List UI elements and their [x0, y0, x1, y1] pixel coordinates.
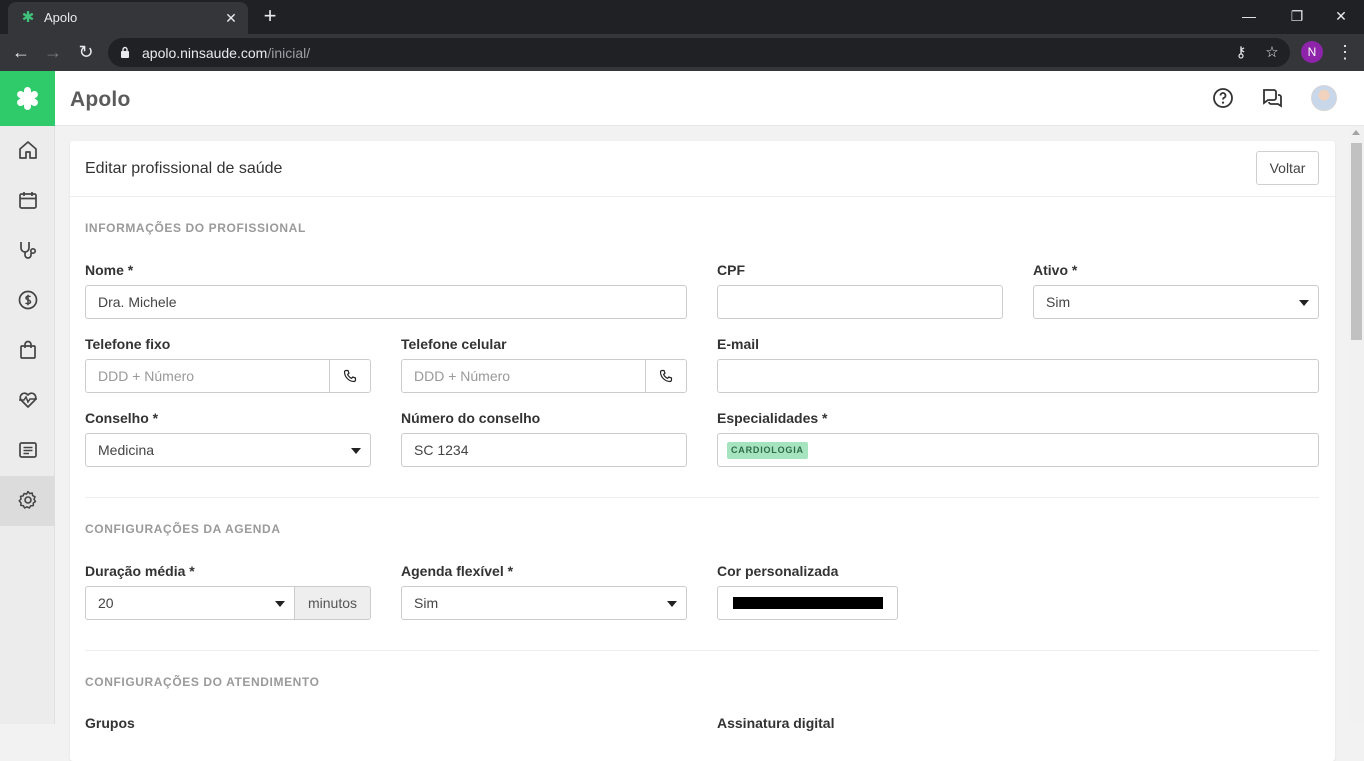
url-text: apolo.ninsaude.com/inicial/ [142, 45, 311, 61]
cor-label: Cor personalizada [717, 563, 839, 579]
asterisk-logo-icon [17, 87, 38, 110]
cpf-label: CPF [717, 262, 745, 278]
telefone-fixo-field[interactable]: DDD + Número [85, 359, 371, 393]
browser-menu-icon[interactable]: ⋮ [1334, 39, 1356, 65]
section-title-atendimento: CONFIGURAÇÕES DO ATENDIMENTO [85, 675, 320, 689]
conselho-selected-value: Medicina [98, 442, 155, 458]
telefone-celular-placeholder: DDD + Número [414, 368, 511, 384]
chat-icon[interactable] [1260, 86, 1284, 110]
telefone-celular-label: Telefone celular [401, 336, 507, 352]
reload-icon[interactable]: ↻ [73, 39, 99, 65]
cpf-field[interactable] [717, 285, 1003, 319]
section-divider [85, 650, 1319, 651]
address-bar[interactable]: apolo.ninsaude.com/inicial/ ⚷ ☆ [108, 38, 1290, 67]
lock-icon [121, 46, 129, 58]
sidebar-item-health[interactable] [0, 376, 55, 426]
sidebar-item-home[interactable] [0, 126, 55, 176]
caret-down-icon [1299, 300, 1309, 306]
browser-profile-avatar[interactable]: N [1301, 41, 1323, 63]
heart-pulse-icon [19, 392, 37, 408]
telefone-fixo-placeholder: DDD + Número [98, 368, 195, 384]
numero-conselho-field[interactable]: SC 1234 [401, 433, 687, 467]
stethoscope-icon [20, 242, 37, 259]
phone-addon [329, 360, 370, 392]
window-close-icon[interactable]: ✕ [1318, 0, 1364, 32]
section-divider [85, 497, 1319, 498]
report-icon [19, 442, 37, 458]
phone-addon [645, 360, 686, 392]
duracao-selected-value: 20 [98, 595, 114, 611]
home-icon [19, 141, 37, 159]
restore-icon[interactable]: ❐ [1274, 0, 1320, 32]
app-logo[interactable] [0, 71, 55, 126]
telefone-celular-field[interactable]: DDD + Número [401, 359, 687, 393]
back-button[interactable]: Voltar [1256, 151, 1319, 185]
phone-icon [343, 369, 357, 383]
app-title: Apolo [70, 88, 131, 111]
duracao-select[interactable]: 20 [85, 586, 295, 620]
email-label: E-mail [717, 336, 760, 352]
main-content: Editar profissional de saúde Voltar INFO… [55, 126, 1349, 761]
ativo-select[interactable]: Sim [1033, 285, 1319, 319]
minimize-icon[interactable]: — [1226, 0, 1272, 32]
app-header: Apolo [55, 71, 1364, 126]
tab-close-icon[interactable]: ✕ [220, 7, 242, 29]
new-tab-button[interactable]: + [258, 4, 282, 28]
browser-tab[interactable]: ✱ Apolo ✕ [8, 2, 248, 34]
star-icon[interactable]: ☆ [1261, 42, 1283, 64]
app-favicon-icon: ✱ [21, 9, 35, 26]
agenda-flexivel-selected-value: Sim [414, 595, 439, 611]
conselho-select[interactable]: Medicina [85, 433, 371, 467]
grupos-label: Grupos [85, 715, 135, 731]
edit-professional-card: Editar profissional de saúde Voltar INFO… [70, 141, 1335, 761]
nome-label: Nome * [85, 262, 134, 278]
sidebar-item-calendar[interactable] [0, 176, 55, 226]
caret-down-icon [275, 601, 285, 607]
key-icon[interactable]: ⚷ [1230, 42, 1252, 64]
gear-icon [18, 490, 37, 509]
telefone-fixo-label: Telefone fixo [85, 336, 171, 352]
calendar-icon [19, 192, 37, 209]
forward-arrow-icon[interactable]: → [40, 39, 66, 65]
color-picker[interactable] [717, 586, 898, 620]
assinatura-label: Assinatura digital [717, 715, 835, 731]
conselho-label: Conselho * [85, 410, 159, 426]
scrollbar-thumb[interactable] [1351, 143, 1362, 340]
sidebar-item-financial[interactable] [0, 276, 55, 326]
help-icon[interactable] [1211, 86, 1235, 110]
ativo-selected-value: Sim [1046, 294, 1071, 310]
sidebar [0, 126, 55, 724]
sidebar-item-stock[interactable] [0, 326, 55, 376]
agenda-flexivel-label: Agenda flexível * [401, 563, 514, 579]
sidebar-item-reports[interactable] [0, 426, 55, 476]
dollar-icon [18, 290, 38, 310]
back-arrow-icon[interactable]: ← [8, 39, 34, 65]
nome-field[interactable]: Dra. Michele [85, 285, 687, 319]
agenda-flexivel-select[interactable]: Sim [401, 586, 687, 620]
color-swatch [733, 597, 883, 609]
duracao-unit-addon: minutos [295, 586, 371, 620]
especialidades-field[interactable]: CARDIOLOGIA [717, 433, 1319, 467]
sidebar-item-clinical[interactable] [0, 226, 55, 276]
ativo-label: Ativo * [1033, 262, 1078, 278]
browser-tab-bar: ✱ Apolo ✕ + — ❐ ✕ [0, 0, 1364, 34]
email-field[interactable] [717, 359, 1319, 393]
sidebar-item-settings[interactable] [0, 476, 55, 526]
section-title-professional: INFORMAÇÕES DO PROFISSIONAL [85, 221, 306, 235]
duracao-label: Duração média * [85, 563, 195, 579]
phone-icon [659, 369, 673, 383]
card-header: Editar profissional de saúde Voltar [70, 141, 1335, 197]
user-avatar[interactable] [1311, 85, 1337, 111]
caret-down-icon [351, 448, 361, 454]
browser-nav-bar: ← → ↻ apolo.ninsaude.com/inicial/ ⚷ ☆ N … [0, 34, 1364, 71]
especialidades-label: Especialidades * [717, 410, 828, 426]
section-title-agenda: CONFIGURAÇÕES DA AGENDA [85, 522, 281, 536]
page-title: Editar profissional de saúde [85, 160, 283, 177]
caret-down-icon [667, 601, 677, 607]
numero-conselho-label: Número do conselho [401, 410, 541, 426]
shopping-bag-icon [20, 340, 36, 359]
scroll-up-arrow-icon[interactable] [1352, 130, 1360, 135]
tab-title: Apolo [44, 10, 78, 25]
specialty-tag[interactable]: CARDIOLOGIA [727, 442, 808, 459]
